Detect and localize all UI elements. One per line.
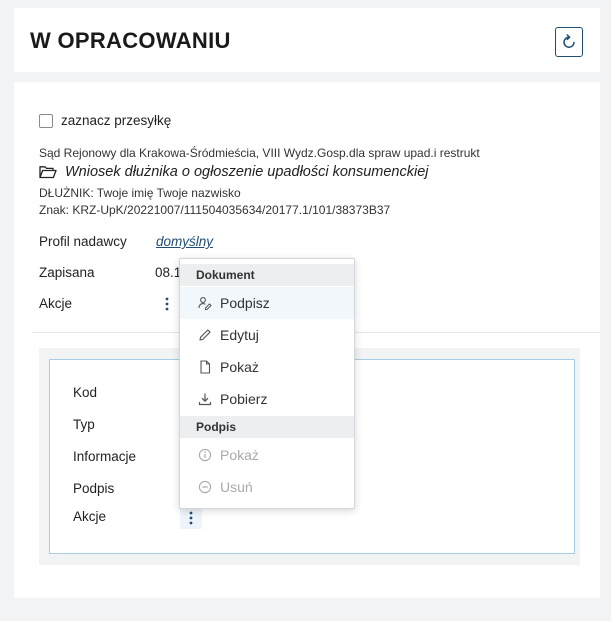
signature-icon bbox=[198, 296, 212, 310]
menu-item-download-label: Pobierz bbox=[220, 391, 268, 407]
select-shipment-checkbox[interactable] bbox=[39, 113, 53, 128]
refresh-button[interactable] bbox=[555, 27, 583, 57]
saved-label: Zapisana bbox=[39, 265, 95, 280]
menu-item-signature-show-label: Pokaż bbox=[220, 447, 259, 463]
download-icon bbox=[198, 392, 212, 406]
signature-label: Podpis bbox=[73, 481, 115, 496]
sender-profile-link[interactable]: domyślny bbox=[156, 234, 213, 249]
page-header: W OPRACOWANIU bbox=[14, 8, 600, 72]
select-shipment-row[interactable]: zaznacz przesyłkę bbox=[39, 113, 171, 128]
menu-item-edit-label: Edytuj bbox=[220, 327, 259, 343]
select-shipment-label[interactable]: zaznacz przesyłkę bbox=[61, 113, 171, 128]
menu-section-document: Dokument bbox=[180, 264, 354, 286]
document-actions-menu-button[interactable] bbox=[180, 507, 202, 529]
kebab-icon bbox=[165, 297, 169, 311]
menu-item-signature-show: Pokaż bbox=[180, 439, 354, 471]
menu-item-edit[interactable]: Edytuj bbox=[180, 319, 354, 351]
sender-profile-label: Profil nadawcy bbox=[39, 234, 127, 249]
code-label: Kod bbox=[73, 385, 98, 400]
debtor-name: DŁUŻNIK: Twoje imię Twoje nazwisko bbox=[39, 186, 241, 200]
document-actions-label: Akcje bbox=[73, 509, 107, 524]
court-name: Sąd Rejonowy dla Krakowa-Śródmieścia, VI… bbox=[39, 146, 480, 160]
shipment-actions-menu-button[interactable] bbox=[156, 293, 178, 315]
menu-item-show[interactable]: Pokaż bbox=[180, 351, 354, 383]
file-icon bbox=[198, 360, 212, 374]
document-title: Wniosek dłużnika o ogłoszenie upadłości … bbox=[65, 164, 429, 180]
case-reference: Znak: KRZ-UpK/20221007/111504035634/2017… bbox=[39, 203, 391, 217]
type-label: Typ bbox=[73, 417, 95, 432]
page-title: W OPRACOWANIU bbox=[30, 28, 231, 53]
info-icon bbox=[198, 448, 212, 462]
menu-section-signature: Podpis bbox=[180, 416, 354, 438]
document-actions-dropdown: Dokument Podpisz Edytuj Pokaż Pobierz Po… bbox=[179, 258, 355, 509]
information-label: Informacje bbox=[73, 449, 137, 464]
menu-item-download[interactable]: Pobierz bbox=[180, 383, 354, 415]
saved-date: 08.1 bbox=[155, 265, 182, 280]
folder-open-icon bbox=[39, 166, 57, 179]
menu-item-signature-remove-label: Usuń bbox=[220, 479, 253, 495]
refresh-icon bbox=[563, 34, 575, 48]
menu-item-show-label: Pokaż bbox=[220, 359, 259, 375]
menu-item-sign-label: Podpisz bbox=[220, 295, 270, 311]
document-title-row: Wniosek dłużnika o ogłoszenie upadłości … bbox=[39, 164, 429, 180]
minus-circle-icon bbox=[198, 480, 212, 494]
kebab-icon bbox=[189, 511, 193, 525]
pencil-icon bbox=[198, 328, 212, 342]
menu-item-signature-remove: Usuń bbox=[180, 471, 354, 503]
menu-item-sign[interactable]: Podpisz bbox=[180, 287, 354, 319]
shipment-actions-label: Akcje bbox=[39, 296, 73, 311]
